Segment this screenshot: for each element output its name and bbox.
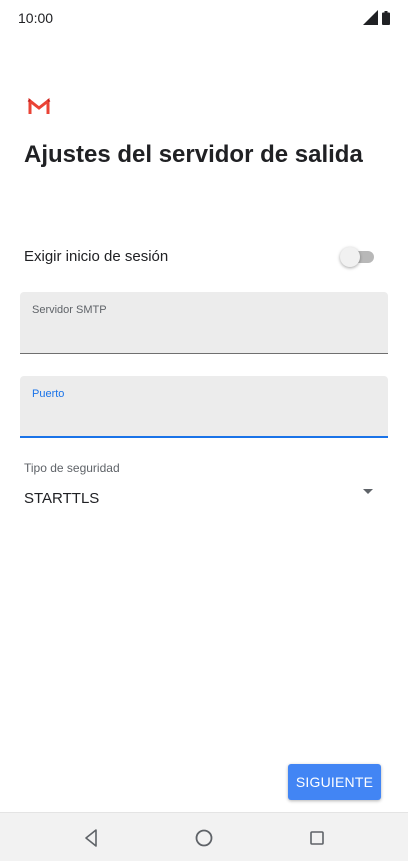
navigation-bar (0, 812, 408, 861)
port-input[interactable] (32, 406, 376, 428)
next-button[interactable]: SIGUIENTE (288, 764, 381, 800)
smtp-server-label: Servidor SMTP (32, 304, 107, 316)
outgoing-server-settings-screen: 10:00 Ajustes del servidor de salida Exi… (0, 0, 408, 861)
smtp-server-input[interactable] (32, 322, 376, 344)
signin-required-label: Exigir inicio de sesión (24, 248, 169, 265)
page-title: Ajustes del servidor de salida (24, 141, 363, 168)
gmail-logo (27, 97, 51, 114)
battery-icon (382, 11, 390, 25)
status-icons (363, 10, 390, 25)
status-bar: 10:00 (0, 0, 408, 36)
port-field[interactable]: Puerto (20, 376, 388, 438)
back-icon[interactable] (80, 827, 102, 849)
status-time: 10:00 (18, 10, 54, 26)
smtp-server-field[interactable]: Servidor SMTP (20, 292, 388, 354)
recents-icon[interactable] (306, 827, 328, 849)
home-icon[interactable] (193, 827, 215, 849)
security-type-value: STARTTLS (24, 490, 100, 507)
port-label: Puerto (32, 388, 65, 400)
security-type-label: Tipo de seguridad (24, 461, 120, 475)
chevron-down-icon (363, 489, 373, 494)
signal-icon (363, 10, 378, 25)
security-type-dropdown[interactable]: STARTTLS (20, 482, 388, 514)
toggle-thumb (340, 247, 360, 267)
signin-required-toggle[interactable] (340, 247, 374, 267)
